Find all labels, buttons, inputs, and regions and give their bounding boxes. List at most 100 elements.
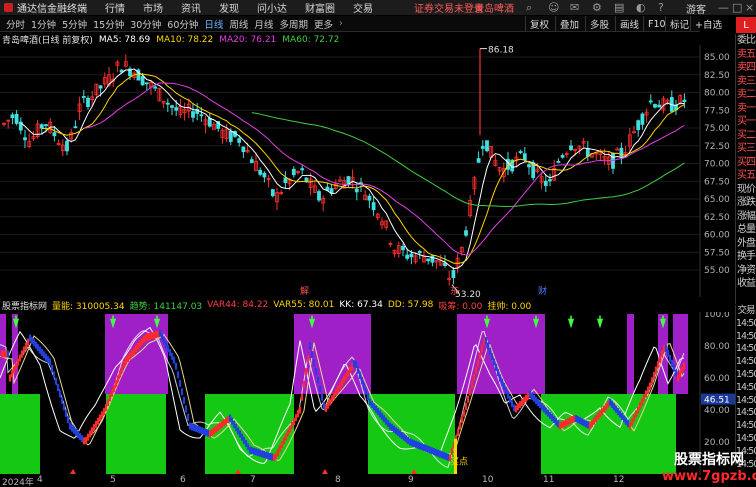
candle-body (518, 151, 523, 154)
period-tab[interactable]: 月线 (254, 17, 273, 31)
watermark-url: www.7gpzb.com (662, 469, 756, 484)
period-tab-active[interactable]: 日线 (204, 17, 223, 31)
price-tick-label: 85.00 (704, 53, 730, 63)
chevron-right-icon[interactable]: › (339, 18, 343, 29)
candle-body (153, 86, 158, 89)
price-tick-label: 60.00 (704, 231, 730, 241)
app-title: 通达信金融终端 (17, 4, 87, 15)
order-book-label: 涨跌 (737, 197, 756, 208)
menu-item-wealth-circle[interactable]: 财富圈 (305, 0, 335, 15)
order-book-label: 买二 (737, 129, 756, 141)
candle-body (140, 76, 145, 86)
event-marker: 财 (538, 285, 547, 297)
candle-body (451, 270, 456, 278)
indicator-value: VAR55: 80.01 (273, 300, 335, 310)
l-indicator-box[interactable]: L (736, 17, 756, 33)
candle-body (73, 126, 78, 129)
menu-item-trade[interactable]: 交易 (353, 0, 373, 15)
menu-bar: 通达信金融终端 行情 市场 资讯 发现 问小达 财富圈 交易 证券交易未登录 青… (0, 0, 756, 16)
candle-body (14, 113, 19, 124)
buy-bar (454, 438, 457, 474)
zone-purple (294, 314, 371, 394)
candle-body (270, 189, 275, 197)
current-stock-name: 青岛啤酒 (474, 4, 514, 15)
indicator-tick-label: 40.00 (704, 406, 730, 416)
search-icon[interactable]: ⌕ (526, 1, 532, 15)
tick-time: 14:50 (736, 432, 756, 444)
candle-body (144, 82, 149, 85)
period-tab[interactable]: 1分钟 (31, 17, 56, 31)
tick-time: 14:50 (736, 356, 756, 368)
candle-body (165, 102, 170, 105)
order-book-label: 现价 (737, 183, 756, 195)
settings-icon[interactable]: ⚙ (592, 1, 602, 14)
toolbar-button[interactable]: +自选 (690, 16, 726, 32)
close-icon[interactable]: × (745, 1, 754, 14)
event-marker: 解 (300, 285, 309, 297)
toolbar-button[interactable]: 复权 (525, 16, 553, 32)
candle-body (174, 107, 179, 111)
menu-item-news[interactable]: 资讯 (181, 0, 201, 15)
user-icon[interactable]: ☺ (548, 1, 559, 14)
period-tab[interactable]: 多周期 (279, 17, 308, 31)
candle-body (258, 169, 263, 175)
toolbar-button[interactable]: 多股 (585, 16, 613, 32)
date-tick-label: 9 (408, 475, 414, 485)
date-tick-label: 10 (482, 475, 494, 485)
candle-body (170, 105, 174, 108)
toolbar-button[interactable]: 画线 (615, 16, 643, 32)
menu-item-market-quotes[interactable]: 行情 (105, 0, 125, 15)
date-tick-label: 4 (37, 475, 43, 485)
candle-body (480, 146, 485, 149)
period-tab[interactable]: 5分钟 (62, 17, 87, 31)
candle-body (371, 202, 376, 211)
candle-body (237, 138, 242, 143)
order-book-label: 买一 (737, 116, 756, 127)
zone-purple (12, 314, 18, 394)
period-tab[interactable]: 周线 (229, 17, 248, 31)
toolbar-button[interactable]: 标记 (665, 16, 693, 32)
candle-body (367, 195, 372, 201)
candle-body (207, 117, 212, 127)
minimize-icon[interactable]: — (718, 1, 729, 14)
period-tab[interactable]: 更多 (314, 17, 333, 31)
candle-body (81, 96, 86, 98)
order-book-label: 卖二 (737, 89, 756, 100)
candle-body (10, 114, 15, 119)
app-logo-icon (4, 3, 13, 12)
menu-item-ask[interactable]: 问小达 (257, 0, 287, 15)
candle-body (283, 177, 288, 183)
site-watermark: 股票指标网 www.7gpzb.com (662, 451, 756, 487)
kline-chart[interactable]: 85.00 82.50 80.00 77.50 75.00 72.50 70.00 67.50… (0, 45, 735, 297)
indicator-chart[interactable]: 100.0 80.00 60.00 40.00 20.00 46.51 买点 (0, 312, 735, 475)
ma5-value: MA5: 78.69 (98, 34, 151, 45)
candle-body (401, 245, 405, 251)
guest-label[interactable]: 游客 (686, 1, 706, 16)
help-icon[interactable]: ? (658, 1, 664, 14)
maximize-icon[interactable]: □ (732, 1, 742, 14)
period-tab[interactable]: 60分钟 (167, 17, 198, 31)
menu-item-discover[interactable]: 发现 (219, 0, 239, 15)
layout-icon[interactable]: ▤ (614, 1, 624, 14)
current-value-label: 46.51 (704, 396, 730, 406)
event-marker: 东 (450, 285, 459, 297)
order-book-label: 总量 (737, 224, 756, 235)
period-tab[interactable]: 15分钟 (93, 17, 124, 31)
mail-icon[interactable]: ✉ (570, 1, 579, 14)
period-tab[interactable]: 30分钟 (130, 17, 161, 31)
toolbar-button[interactable]: 叠加 (555, 16, 583, 32)
period-tab[interactable]: 分时 (6, 17, 25, 31)
order-book-label: 买五 (737, 170, 756, 181)
order-book-label: 委比 (737, 35, 756, 46)
indicator-value: VAR44: 84.22 (207, 300, 269, 310)
indicator-info-line: 股票指标网 量能: 310005.34 趋势: 141147.03 VAR44:… (0, 298, 700, 312)
date-tick-label: 7 (250, 475, 256, 485)
skin-icon[interactable]: ◐ (636, 1, 646, 14)
candle-body (291, 168, 296, 176)
indicator-value: 量能: 310005.34 (52, 301, 125, 312)
menu-item-market[interactable]: 市场 (143, 0, 163, 15)
candle-body (405, 254, 410, 259)
date-tick-label: 8 (335, 475, 341, 485)
indicator-value: 吸筹: 0.00 (438, 301, 483, 312)
indicator-tick-label: 100.0 (704, 312, 730, 320)
